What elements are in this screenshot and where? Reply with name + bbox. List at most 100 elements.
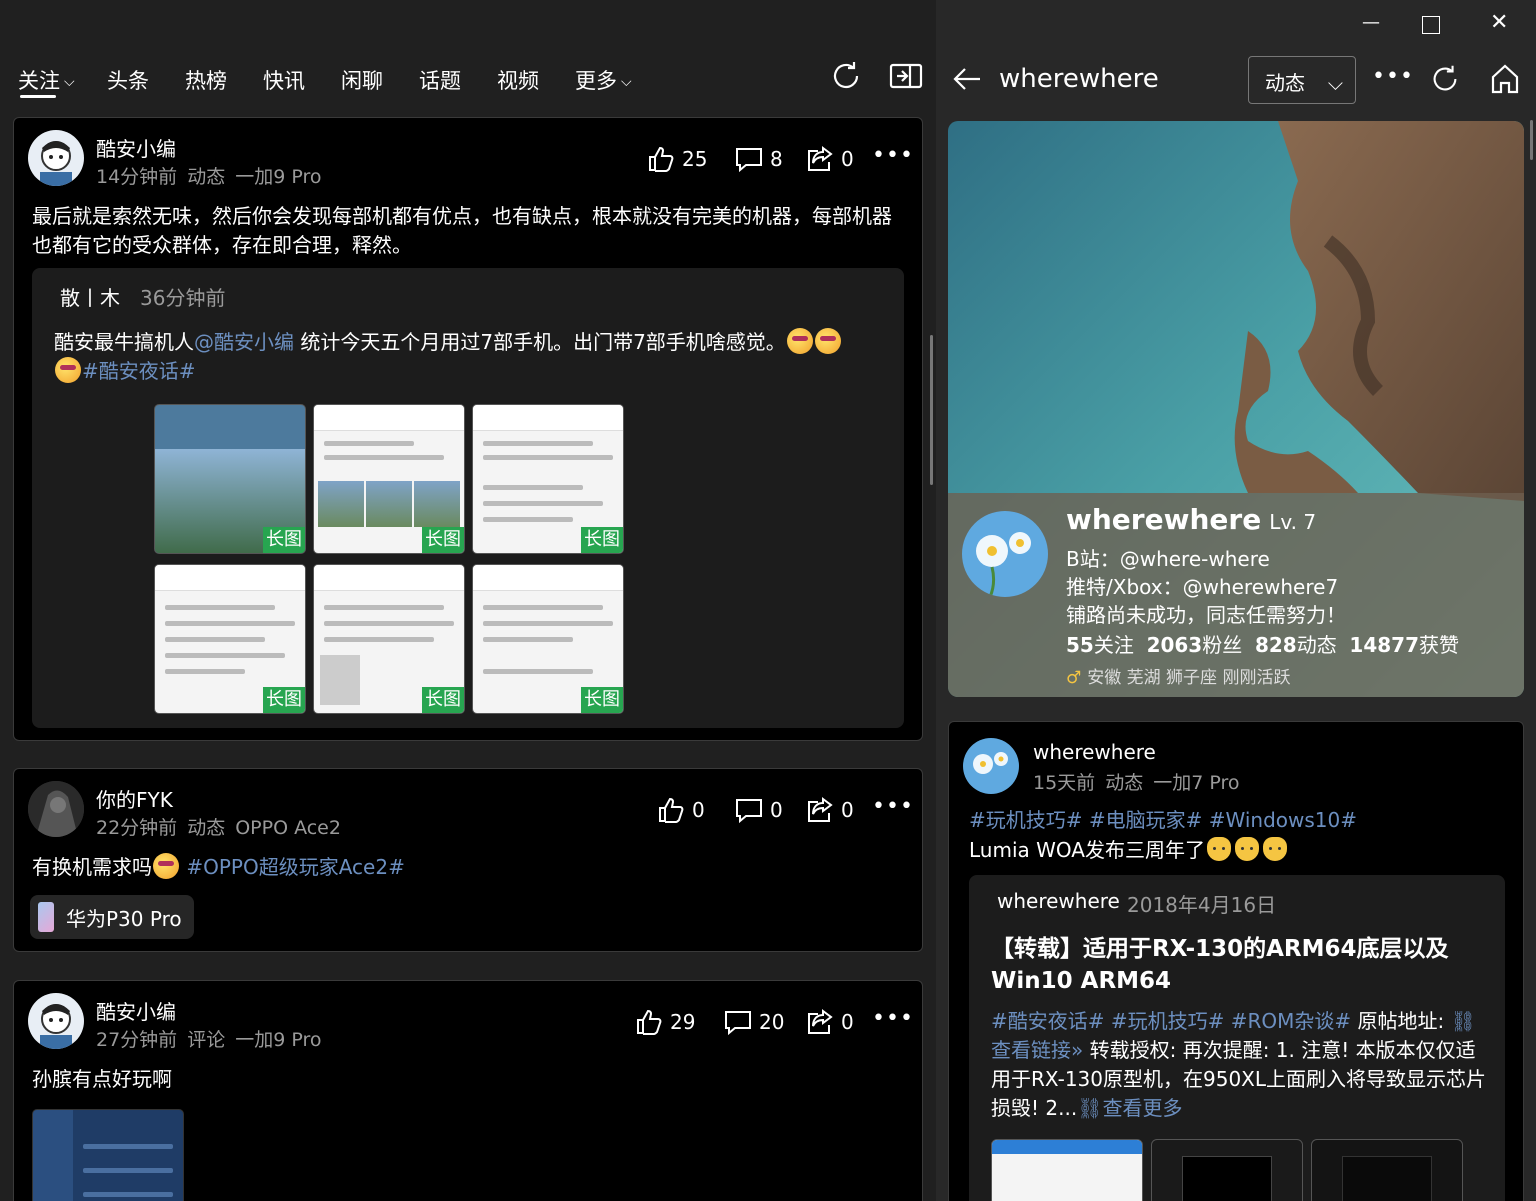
scrollbar-thumb[interactable] [930,335,933,485]
tab-follow[interactable]: 关注 ⌵ [18,65,75,95]
tab-more[interactable]: 更多 ⌵ [575,65,632,95]
like-button[interactable]: 0 [656,793,705,827]
tab-chat[interactable]: 闲聊 [341,65,383,95]
profile-location: ♂ 安徽 芜湖 狮子座 刚刚活跃 [1066,663,1290,688]
tab-video[interactable]: 视频 [497,65,539,95]
quoted-post[interactable]: 散丨木 36分钟前 酷安最牛搞机人@酷安小编 统计今天五个月用过7部手机。出门带… [32,268,904,728]
image-thumbnail[interactable]: 长图 [472,564,624,714]
text-line [483,485,583,490]
text-line [324,455,444,460]
comment-count: 8 [770,147,783,171]
cat-emoji-icon [1206,837,1231,861]
post-text: Lumia WOA发布三周年了 [969,836,1289,865]
profile-bio: 铺路尚未成功，同志任需努力！ [1066,603,1346,627]
like-button[interactable]: 29 [634,1005,695,1039]
image-thumbnail[interactable]: 长图 [154,564,306,714]
photo-preview [33,1110,73,1201]
posts-stat[interactable]: 828动态 [1255,633,1337,657]
image-thumbnail[interactable] [1311,1139,1463,1201]
app-window: 关注 ⌵ 头条 热榜 快讯 闲聊 话题 视频 更多 ⌵ 酷安小编 14分钟前 动态 一加… [0,0,1536,1201]
share-button[interactable]: 0 [805,142,854,176]
more-options-icon[interactable]: ••• [1372,64,1414,89]
image-thumbnail[interactable] [991,1139,1143,1201]
image-thumbnail[interactable]: 长图 [154,404,306,554]
refresh-icon[interactable] [828,58,864,94]
topic-link[interactable]: #OPPO超级玩家Ace2# [186,855,404,879]
topic-links[interactable]: #酷安夜话# #玩机技巧# #ROM杂谈# [991,1009,1351,1033]
tab-hot[interactable]: 热榜 [185,65,227,95]
username[interactable]: 酷安小编 [96,133,176,162]
quoted-username[interactable]: wherewhere [997,889,1120,913]
like-count: 0 [692,798,705,822]
mention-link[interactable]: @酷安小编 [194,330,294,354]
tab-topics[interactable]: 话题 [419,65,461,95]
open-pane-icon[interactable] [888,58,924,94]
username[interactable]: wherewhere [1033,740,1156,764]
image-thumbnail[interactable]: 长图 [313,404,465,554]
refresh-icon[interactable] [1428,62,1462,96]
scrollbar-thumb[interactable] [1530,120,1533,160]
post-meta: 14分钟前 动态 一加9 Pro [96,162,331,189]
profile-post-card[interactable]: wherewhere 15天前 动态 一加7 Pro #玩机技巧# #电脑玩家# #… [948,721,1524,1201]
close-icon[interactable]: ✕ [1490,10,1508,35]
image-thumbnail[interactable] [1151,1139,1303,1201]
avatar[interactable] [28,993,84,1049]
feed-card[interactable]: 酷安小编 14分钟前 动态 一加9 Pro 25 8 0 ••• 最后就是索然无味，… [13,117,923,741]
avatar[interactable] [28,781,84,837]
topic-link[interactable]: #酷安夜话# [82,359,196,383]
username[interactable]: 酷安小编 [96,996,176,1025]
post-device: 一加9 Pro [235,1029,322,1051]
feed-card[interactable]: 你的FYK 22分钟前 动态 OPPO Ace2 0 0 0 ••• 有换机需求吗 … [13,768,923,952]
profile-pane: — ✕ wherewhere 动态 ⌵ ••• wherewhere Lv. 7… [936,0,1536,1201]
avatar[interactable] [28,130,84,186]
emoji-icon [55,357,81,383]
back-arrow-icon[interactable] [950,62,984,96]
share-button[interactable]: 0 [805,1005,854,1039]
text-line [483,441,593,446]
feed-card[interactable]: 酷安小编 27分钟前 评论 一加9 Pro 29 20 0 ••• 孙膑有点好玩啊 [13,980,923,1201]
photo-preview [320,655,360,705]
text-line [83,1168,173,1173]
view-link[interactable]: 查看链接» [991,1038,1083,1062]
maximize-icon[interactable] [1422,16,1440,34]
comment-button[interactable]: 20 [723,1005,784,1039]
post-time: 14分钟前 [96,166,178,188]
more-options-icon[interactable]: ••• [872,1006,914,1031]
share-icon [808,1009,833,1034]
fans-stat[interactable]: 2063粉丝 [1147,633,1243,657]
more-options-icon[interactable]: ••• [872,794,914,819]
like-button[interactable]: 25 [646,142,707,176]
share-icon [808,146,833,171]
tab-headlines[interactable]: 头条 [107,65,149,95]
share-count: 0 [841,1010,854,1034]
emoji-icon [814,328,841,354]
image-thumbnail[interactable] [32,1109,184,1201]
product-tag[interactable]: 华为P30 Pro [30,895,194,939]
topic-links[interactable]: #玩机技巧# #电脑玩家# #Windows10# [969,806,1357,835]
quoted-username[interactable]: 散丨木 [60,282,120,311]
image-thumbnail[interactable]: 长图 [313,564,465,714]
profile-twitter: 推特/Xbox：@wherewhere7 [1066,575,1339,599]
text-line [483,637,573,642]
profile-avatar[interactable] [962,511,1048,597]
avatar[interactable] [963,738,1019,794]
home-icon[interactable] [1488,62,1522,96]
fans-count: 2063 [1146,633,1203,657]
thumbs-up-icon [659,797,684,823]
more-options-icon[interactable]: ••• [872,143,914,168]
quoted-text: 酷安最牛搞机人@酷安小编 统计今天五个月用过7部手机。出门带7部手机啥感觉。 #酷… [54,328,894,386]
minimize-icon[interactable]: — [1362,12,1380,33]
image-thumbnail[interactable]: 长图 [472,404,624,554]
following-stat[interactable]: 55关注 [1066,633,1134,657]
share-button[interactable]: 0 [805,793,854,827]
comment-button[interactable]: 0 [734,793,783,827]
post-body: Lumia WOA发布三周年了 [969,838,1205,862]
long-image-badge: 长图 [263,687,305,713]
comment-button[interactable]: 8 [734,142,783,176]
tab-news[interactable]: 快讯 [263,65,305,95]
username[interactable]: 你的FYK [96,784,173,813]
content-filter-dropdown[interactable]: 动态 ⌵ [1248,56,1356,104]
following-label: 关注 [1093,633,1134,657]
quoted-post[interactable]: wherewhere 2018年4月16日 【转载】适用于RX-130的ARM6… [969,875,1505,1201]
view-more-link[interactable]: 查看更多 [1103,1096,1183,1120]
